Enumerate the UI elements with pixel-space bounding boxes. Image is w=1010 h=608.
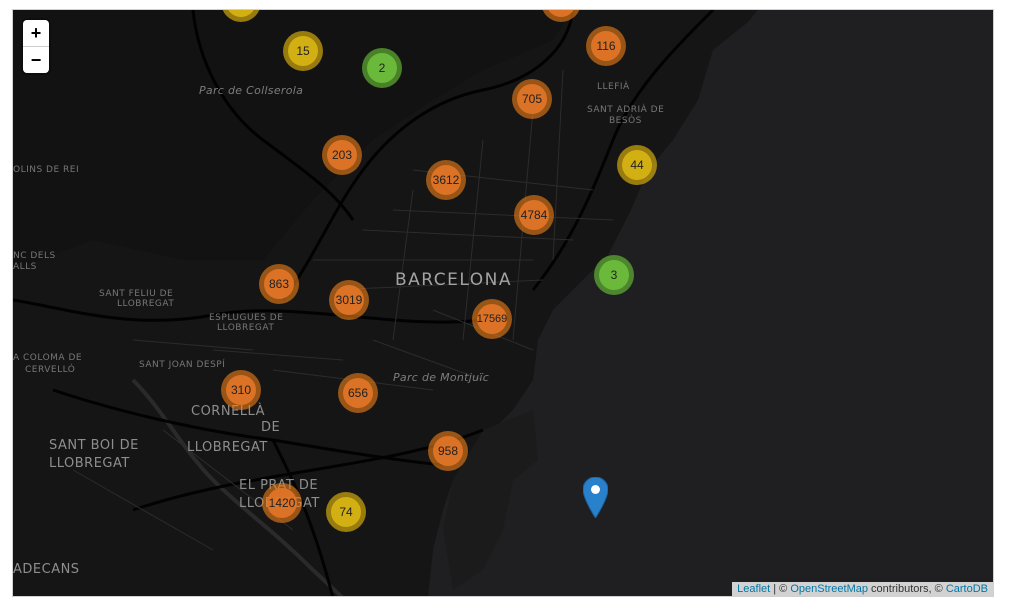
map-attribution: Leaflet | © OpenStreetMap contributors, …: [732, 582, 993, 596]
cluster-count: 3019: [334, 285, 364, 315]
leaflet-link[interactable]: Leaflet: [737, 583, 770, 595]
cartodb-link[interactable]: CartoDB: [946, 583, 988, 595]
label-cornella-3: LLOBREGAT: [187, 440, 268, 455]
cluster-count: 863: [264, 269, 294, 299]
label-barcelona: BARCELONA: [395, 270, 512, 290]
marker-cluster[interactable]: 116: [586, 26, 626, 66]
label-montjuic: Parc de Montjuïc: [393, 371, 490, 384]
label-esplugues-2: LLOBREGAT: [217, 323, 275, 333]
cluster-count: 3612: [431, 165, 461, 195]
cluster-count: 74: [331, 497, 361, 527]
zoom-in-button[interactable]: +: [23, 20, 49, 47]
cluster-count: 44: [622, 150, 652, 180]
label-valls-2: ALLS: [13, 262, 37, 272]
cluster-count: 2: [367, 53, 397, 83]
attribution-separator: | ©: [770, 583, 791, 595]
label-collserola: Parc de Collserola: [199, 84, 304, 97]
marker-cluster[interactable]: 1420: [262, 483, 302, 523]
cluster-count: 958: [433, 436, 463, 466]
marker-cluster[interactable]: 863: [259, 264, 299, 304]
cluster-count: 3: [599, 260, 629, 290]
marker-cluster[interactable]: 958: [428, 431, 468, 471]
marker-cluster[interactable]: 310: [221, 370, 261, 410]
marker-cluster[interactable]: 2: [362, 48, 402, 88]
cluster-count: 1420: [267, 488, 297, 518]
label-cornella-2: DE: [261, 420, 281, 435]
marker-cluster[interactable]: 203: [322, 135, 362, 175]
marker-cluster[interactable]: 3019: [329, 280, 369, 320]
label-valls-1: NC DELS: [13, 251, 56, 261]
cluster-count: 656: [343, 378, 373, 408]
page-top-bar: [0, 0, 1010, 8]
label-santboi-1: SANT BOI DE: [49, 438, 139, 453]
cluster-count: 17569: [477, 304, 507, 334]
cluster-count: 310: [226, 375, 256, 405]
marker-cluster[interactable]: 44: [617, 145, 657, 185]
map-container[interactable]: Parc de Collserola BARCELONA Parc de Mon…: [12, 9, 994, 597]
label-esplugues-1: ESPLUGUES DE: [209, 313, 284, 323]
cluster-count: 15: [288, 36, 318, 66]
marker-cluster-offscreen-inner: [546, 10, 576, 17]
label-cornella-1: CORNELLÀ: [191, 404, 265, 419]
label-santfeliu-2: LLOBREGAT: [117, 299, 175, 309]
marker-cluster[interactable]: 656: [338, 373, 378, 413]
marker-cluster[interactable]: 3: [594, 255, 634, 295]
label-coloma-1: A COLOMA DE: [13, 353, 83, 363]
cluster-count: 705: [517, 84, 547, 114]
label-decans: ADECANS: [13, 562, 80, 577]
marker-cluster[interactable]: 3612: [426, 160, 466, 200]
label-santadria-2: BESÒS: [609, 116, 642, 126]
marker-cluster[interactable]: 4784: [514, 195, 554, 235]
label-santadria-1: SANT ADRIÀ DE: [587, 105, 665, 115]
cluster-count: 116: [591, 31, 621, 61]
label-llefia: LLEFIÀ: [597, 82, 630, 92]
openstreetmap-link[interactable]: OpenStreetMap: [790, 583, 868, 595]
marker-cluster[interactable]: 15: [283, 31, 323, 71]
label-coloma-2: CERVELLÓ: [25, 365, 76, 375]
cluster-count: 4784: [519, 200, 549, 230]
marker-cluster[interactable]: 705: [512, 79, 552, 119]
cluster-count: 203: [327, 140, 357, 170]
label-santjoan: SANT JOAN DESPÍ: [139, 360, 226, 370]
label-santfeliu-1: SANT FELIU DE: [99, 289, 174, 299]
label-santboi-2: LLOBREGAT: [49, 456, 130, 471]
zoom-control: + −: [23, 20, 49, 73]
marker-cluster[interactable]: 74: [326, 492, 366, 532]
zoom-out-button[interactable]: −: [23, 47, 49, 73]
attribution-contributors: contributors, ©: [868, 583, 946, 595]
map-pin-icon[interactable]: [583, 477, 608, 518]
label-molins: OLINS DE REI: [13, 165, 80, 175]
marker-cluster[interactable]: 17569: [472, 299, 512, 339]
marker-cluster-offscreen-inner: [226, 10, 256, 17]
